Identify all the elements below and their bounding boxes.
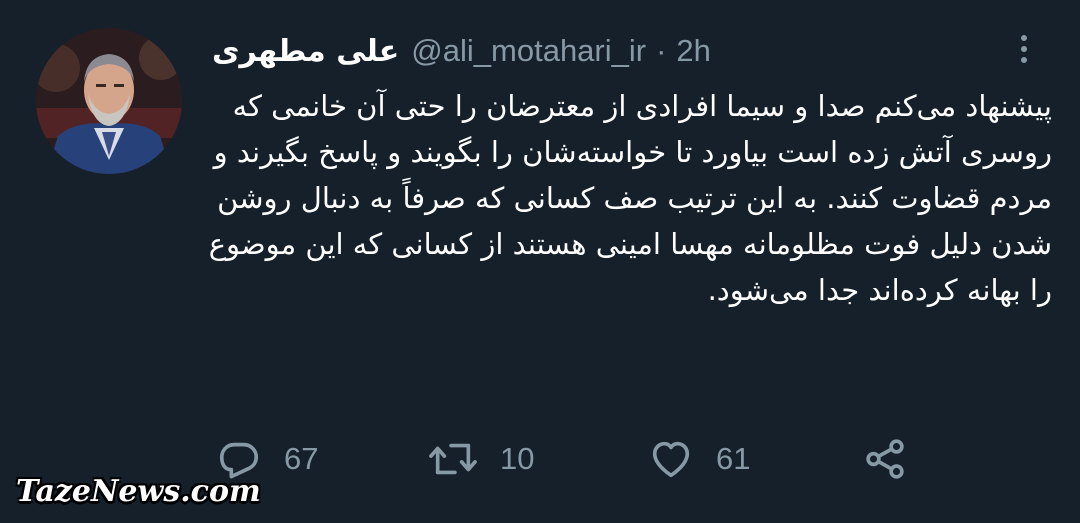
avatar[interactable] — [36, 28, 182, 174]
retweet-button[interactable]: 10 — [428, 434, 534, 484]
like-count: 61 — [716, 441, 751, 476]
retweet-icon — [429, 443, 477, 475]
more-vertical-icon[interactable] — [1012, 28, 1036, 70]
tweet-card[interactable]: علی مطهری @ali_motahari_ir · 2h پیشنهاد … — [0, 0, 1080, 523]
share-icon — [866, 439, 904, 479]
retweet-count: 10 — [500, 441, 535, 476]
display-name[interactable]: علی مطهری — [212, 34, 399, 69]
share-button[interactable] — [862, 434, 908, 484]
like-button[interactable]: 61 — [648, 434, 750, 484]
reply-count: 67 — [284, 441, 319, 476]
watermark-logo: TazeNews.com — [16, 474, 261, 509]
tweet-text: پیشنهاد می‌کنم صدا و سیما افرادی از معتر… — [208, 89, 1052, 307]
timestamp[interactable]: 2h — [676, 33, 710, 69]
separator-dot: · — [656, 33, 667, 68]
user-handle[interactable]: @ali_motahari_ir — [411, 33, 646, 69]
tweet-header: علی مطهری @ali_motahari_ir · 2h — [212, 26, 711, 76]
heart-icon — [652, 441, 690, 478]
